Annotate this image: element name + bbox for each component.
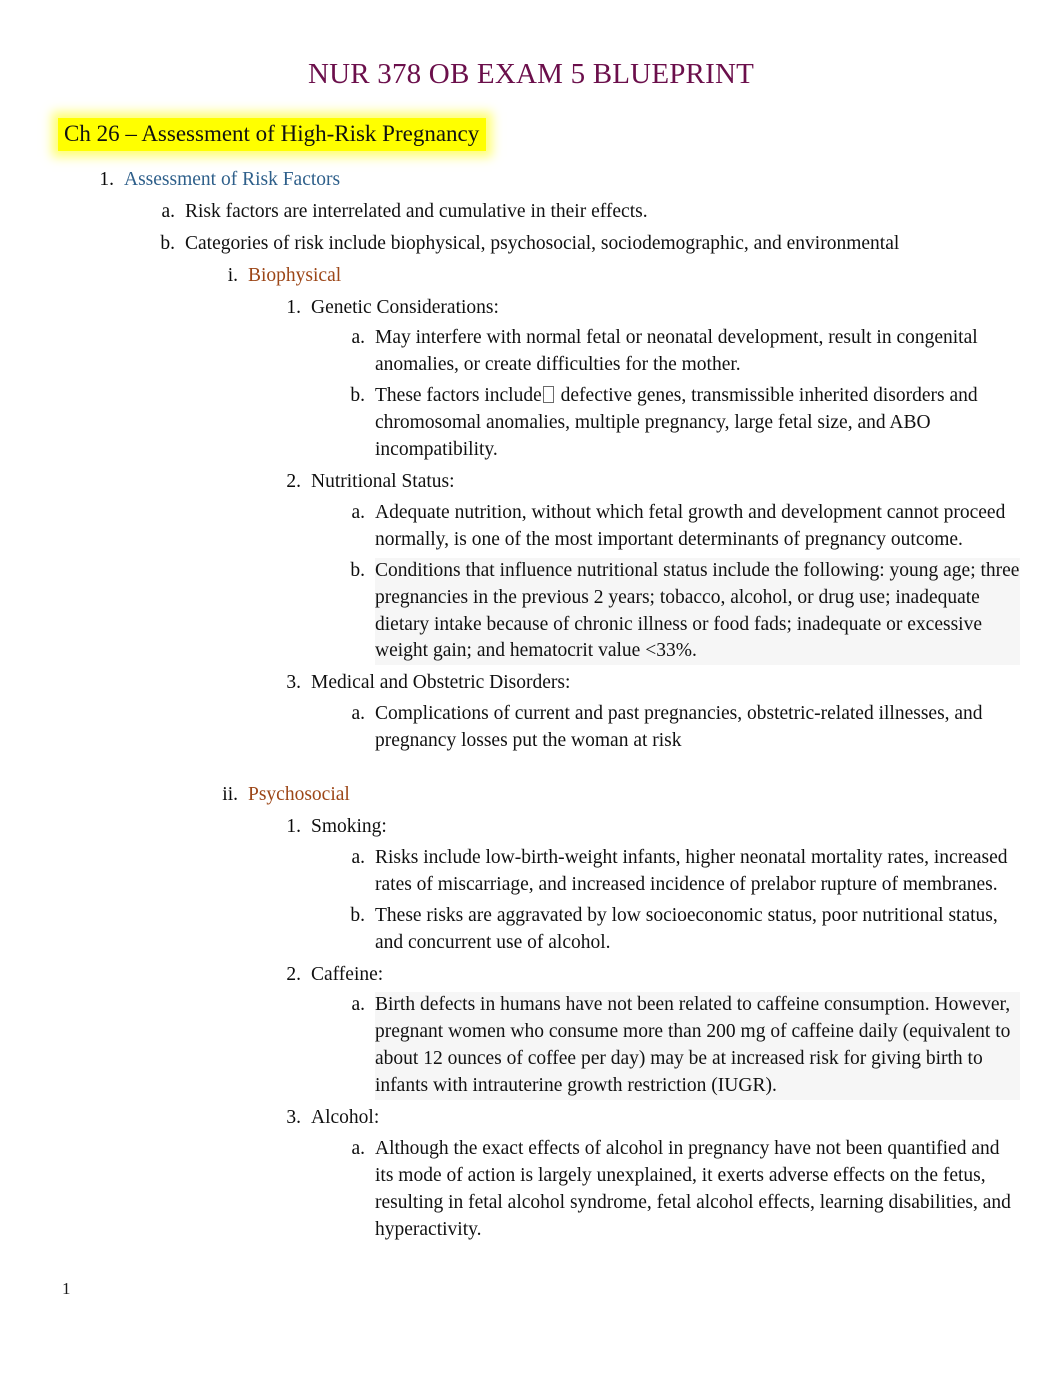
- outline-item-label: Alcohol:: [311, 1107, 380, 1129]
- outline-item-smoking-risks: a. Risks include low-birth-weight infant…: [0, 845, 1062, 899]
- page-number: 1: [62, 1279, 71, 1298]
- outline-item-complications-current-past: a. Complications of current and past pre…: [0, 701, 1062, 755]
- outline-item-genetic-may-interfere: a. May interfere with normal fetal or ne…: [0, 325, 1062, 379]
- list-marker: 3.: [286, 672, 301, 694]
- outline-item-label: Conditions that influence nutritional st…: [375, 557, 1020, 666]
- text-before-glyph: These factors include: [375, 385, 542, 407]
- outline-item-label: Caffeine:: [311, 963, 384, 985]
- outline-item-biophysical: i. Biophysical: [0, 263, 1062, 290]
- outline-item-label: Adequate nutrition, without which fetal …: [375, 501, 1006, 550]
- outline-item-assessment-of-risk-factors: 1. Assessment of Risk Factors: [0, 167, 1062, 194]
- outline-item-label: Genetic Considerations:: [311, 296, 499, 318]
- outline-item-psychosocial: ii. Psychosocial: [0, 782, 1062, 809]
- list-marker: a.: [351, 1137, 365, 1159]
- list-marker: b.: [350, 385, 365, 407]
- outline-item-label: Medical and Obstetric Disorders:: [311, 672, 571, 694]
- list-marker: a.: [161, 200, 175, 222]
- outline-item-conditions-influence-nutrition: b. Conditions that influence nutritional…: [0, 557, 1062, 666]
- list-marker: 1.: [286, 296, 301, 318]
- outline-item-label: May interfere with normal fetal or neona…: [375, 327, 978, 376]
- page-title: NUR 378 OB EXAM 5 BLUEPRINT: [307, 58, 755, 90]
- outline-item-label: Assessment of Risk Factors: [124, 168, 341, 190]
- outline-item-label: Nutritional Status:: [311, 471, 455, 492]
- list-marker: 1.: [286, 815, 301, 837]
- outline-item-risk-factors-interrelated: a. Risk factors are interrelated and cum…: [0, 199, 1062, 226]
- chapter-heading-highlighted: Ch 26 – Assessment of High-Risk Pregnanc…: [58, 118, 487, 151]
- outline-item-categories-of-risk: b. Categories of risk include biophysica…: [0, 231, 1062, 258]
- outline-item-genetic-considerations: 1. Genetic Considerations:: [0, 295, 1062, 322]
- outline-item-medical-obstetric-disorders: 3. Medical and Obstetric Disorders:: [0, 670, 1062, 697]
- outline-item-alcohol-effects: a. Although the exact effects of alcohol…: [0, 1136, 1062, 1244]
- list-marker: a.: [351, 703, 365, 725]
- outline-item-nutritional-status: 2. Nutritional Status:: [0, 469, 1062, 496]
- missing-glyph-box-icon: [542, 386, 554, 404]
- outline-item-label: Risk factors are interrelated and cumula…: [185, 200, 648, 222]
- outline-item-caffeine-birth-defects: a. Birth defects in humans have not been…: [0, 992, 1062, 1101]
- outline-item-smoking-aggravated: b. These risks are aggravated by low soc…: [0, 903, 1062, 957]
- chapter-heading-row: Ch 26 – Assessment of High-Risk Pregnanc…: [0, 118, 1062, 151]
- list-marker: b.: [350, 904, 365, 926]
- outline-item-label: Categories of risk include biophysical, …: [185, 232, 900, 254]
- list-marker: ii.: [222, 784, 238, 806]
- list-marker: 2.: [286, 963, 301, 985]
- outline-item-label: Birth defects in humans have not been re…: [375, 992, 1020, 1101]
- outline-item-label: These risks are aggravated by low socioe…: [375, 904, 998, 953]
- outline-item-genetic-these-factors: b. These factors include defective genes…: [0, 383, 1062, 464]
- list-marker: 1.: [99, 168, 114, 190]
- outline-item-label: Psychosocial: [248, 784, 350, 806]
- outline-item-label: These factors include defective genes, t…: [375, 383, 1020, 464]
- outline-item-caffeine: 2. Caffeine:: [0, 962, 1062, 989]
- list-marker: a.: [351, 846, 365, 868]
- outline-item-label: Complications of current and past pregna…: [375, 703, 983, 752]
- list-marker: 3.: [286, 1107, 301, 1129]
- outline-item-alcohol: 3. Alcohol:: [0, 1105, 1062, 1132]
- outline-item-smoking: 1. Smoking:: [0, 814, 1062, 841]
- list-marker: a.: [351, 501, 365, 523]
- list-marker: a.: [351, 994, 365, 1016]
- outline-item-label: Although the exact effects of alcohol in…: [375, 1137, 1011, 1240]
- list-marker: b.: [350, 559, 365, 581]
- list-marker: i.: [227, 264, 238, 286]
- list-marker: b.: [160, 232, 175, 254]
- document-page: NUR 378 OB EXAM 5 BLUEPRINT Ch 26 – Asse…: [0, 0, 1062, 1377]
- outline-item-label: Risks include low-birth-weight infants, …: [375, 846, 1008, 895]
- outline-item-label: Smoking:: [311, 815, 387, 837]
- outline-item-label: Biophysical: [248, 264, 342, 286]
- list-marker: 2.: [286, 471, 301, 492]
- outline-item-adequate-nutrition: a. Adequate nutrition, without which fet…: [0, 500, 1062, 554]
- list-marker: a.: [351, 327, 365, 349]
